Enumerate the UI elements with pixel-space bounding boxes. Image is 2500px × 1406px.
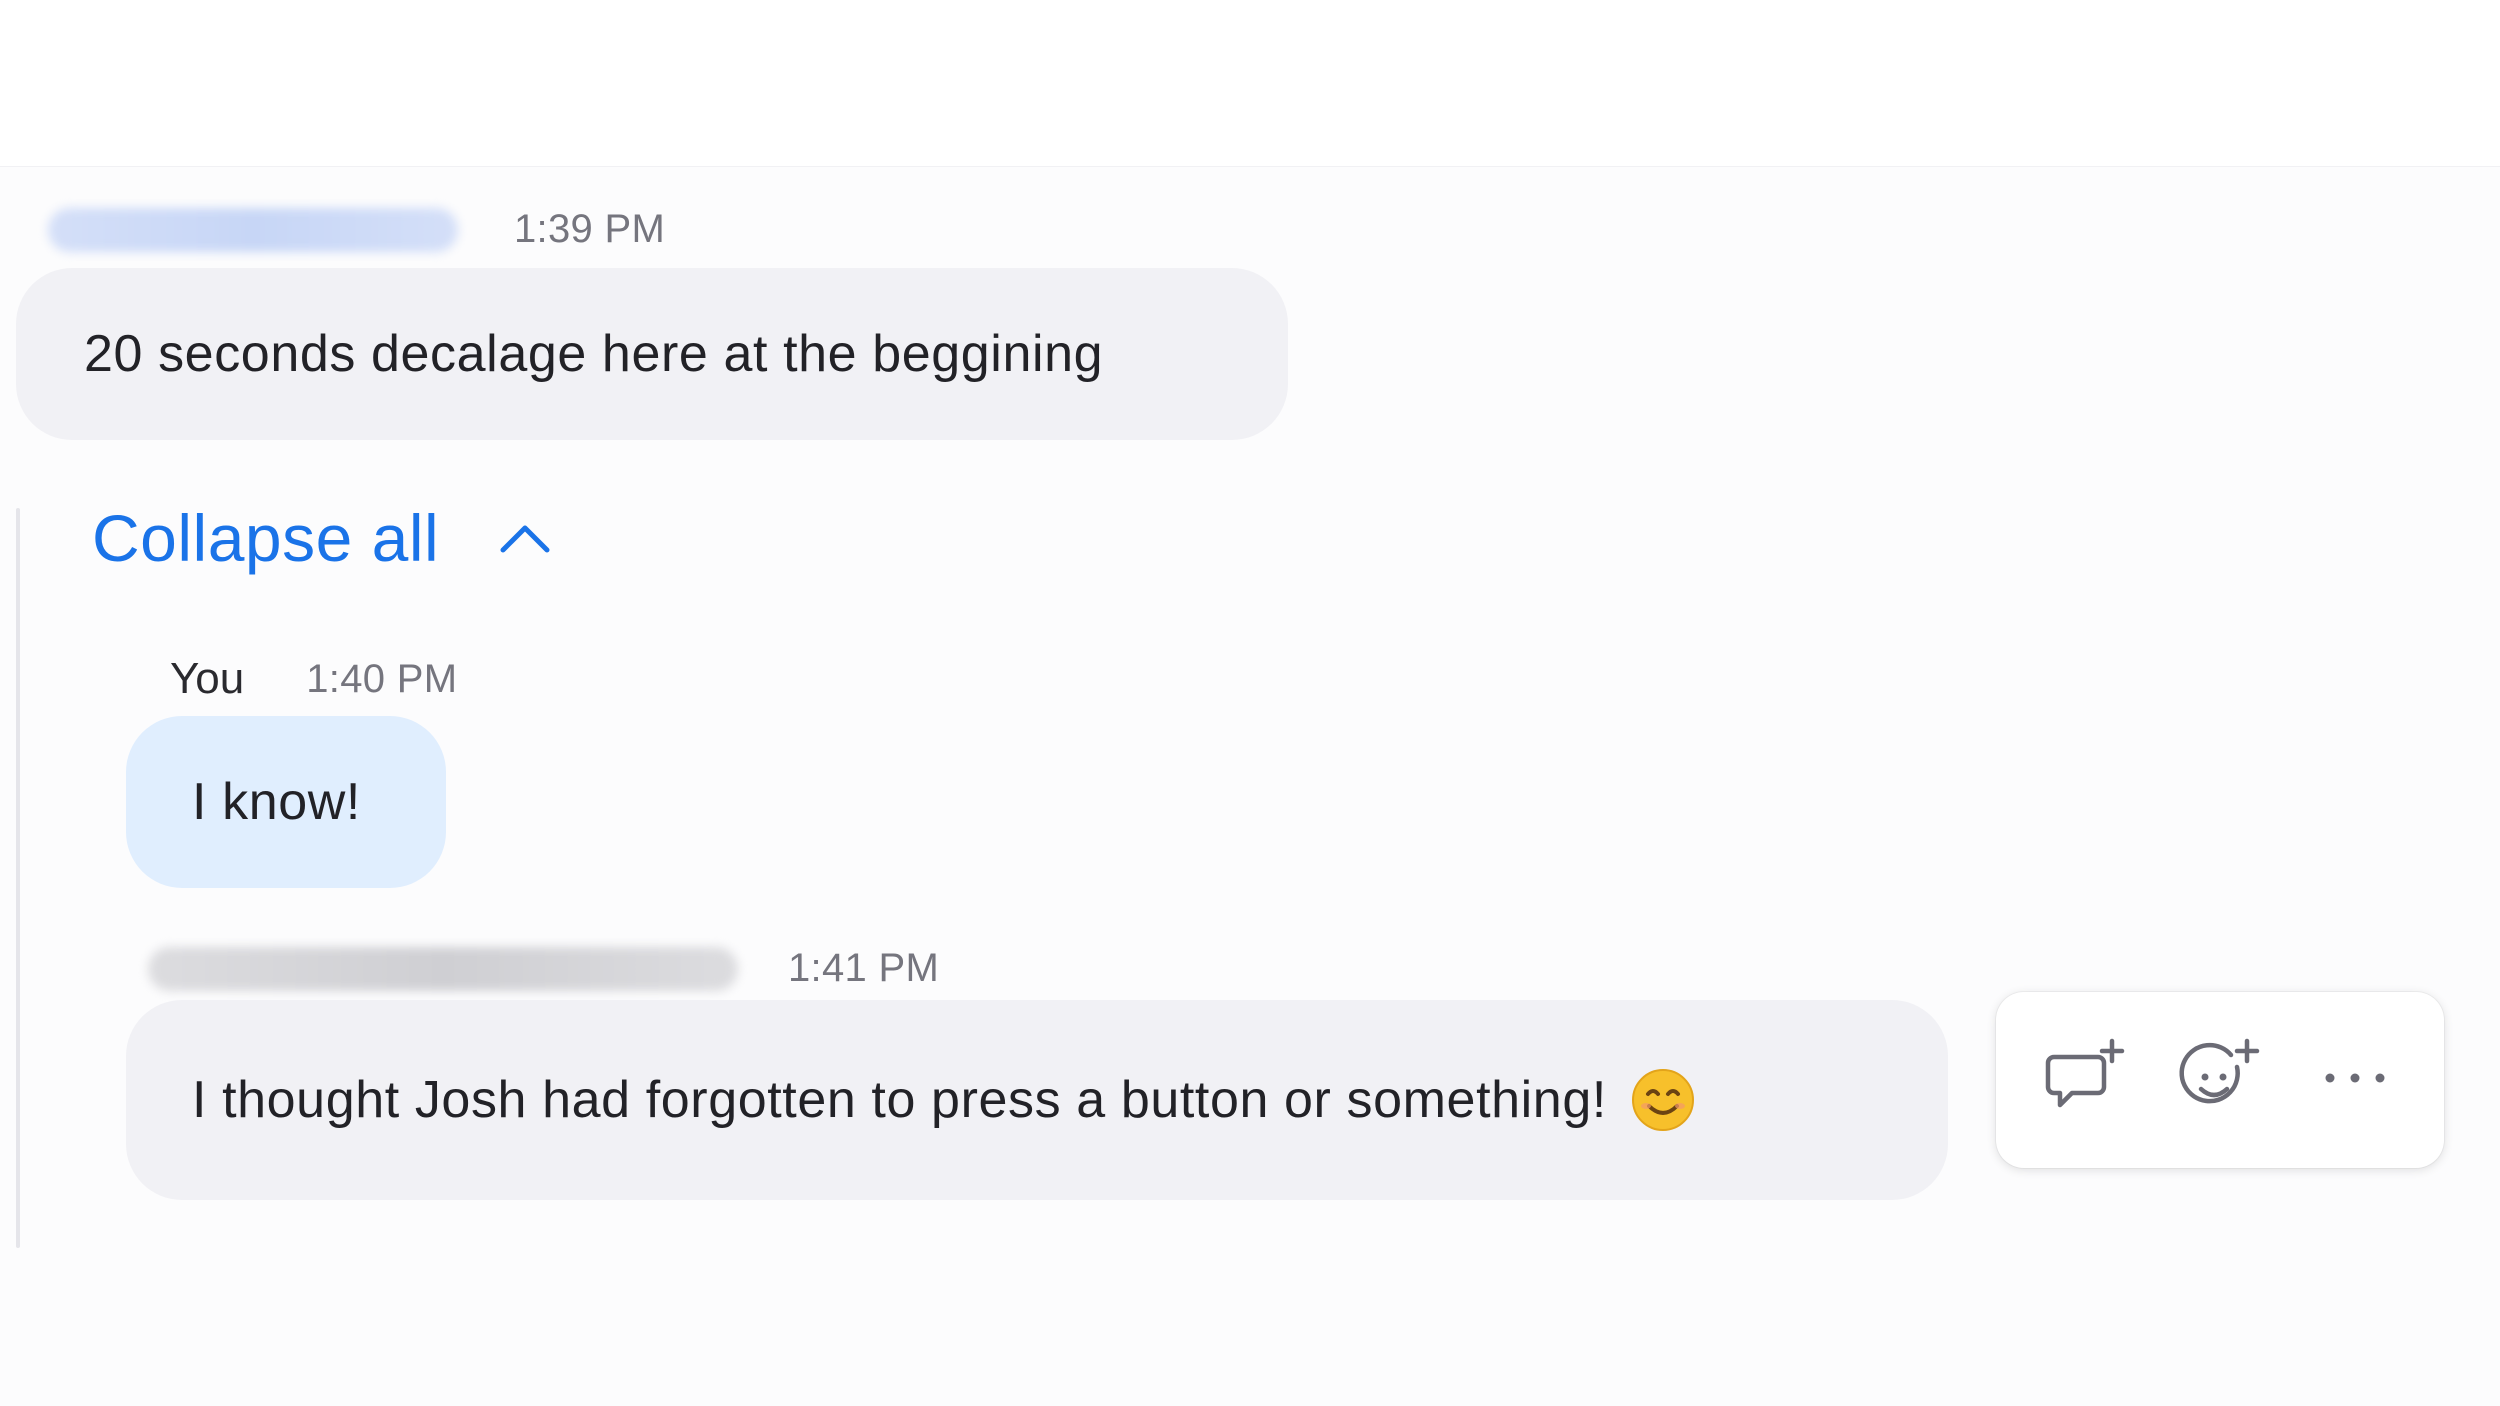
chevron-up-icon — [497, 510, 553, 566]
message-header: 1:41 PM — [148, 946, 939, 991]
message-timestamp: 1:40 PM — [306, 656, 458, 701]
more-options-button[interactable] — [2295, 1020, 2415, 1140]
message-bubble[interactable]: 20 seconds decalage here at the begginin… — [16, 268, 1288, 440]
message-timestamp: 1:41 PM — [788, 946, 940, 990]
collapse-all-button[interactable]: Collapse all — [92, 496, 553, 580]
thread-line — [16, 508, 20, 1248]
message-text: I thought Josh had forgotten to press a … — [192, 1071, 1607, 1129]
message-header: You 1:40 PM — [170, 654, 457, 704]
message-bubble[interactable]: I thought Josh had forgotten to press a … — [126, 1000, 1948, 1200]
reply-in-thread-button[interactable] — [2025, 1020, 2145, 1140]
message-actions-toolbar — [1996, 992, 2444, 1168]
header-area — [0, 0, 2500, 167]
more-options-icon — [2310, 1063, 2400, 1098]
message-text: 20 seconds decalage here at the begginin… — [84, 325, 1104, 383]
add-reaction-button[interactable] — [2160, 1020, 2280, 1140]
smiling-face-emoji — [1631, 1068, 1695, 1132]
add-reaction-icon — [2175, 1033, 2265, 1128]
sender-name: You — [170, 654, 245, 703]
sender-name-redacted — [148, 946, 738, 991]
reply-in-thread-icon — [2040, 1033, 2130, 1128]
message-header: 1:39 PM — [48, 207, 665, 252]
collapse-all-label: Collapse all — [92, 501, 440, 575]
message-bubble[interactable]: I know! — [126, 716, 446, 888]
message-timestamp: 1:39 PM — [514, 207, 666, 251]
sender-name-redacted — [48, 207, 458, 252]
message-text: I know! — [192, 773, 361, 831]
